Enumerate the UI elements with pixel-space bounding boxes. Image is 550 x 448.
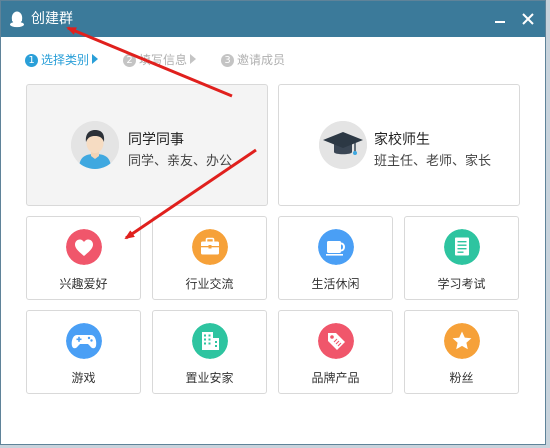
step-label: 选择类别 [41,53,90,67]
card-title: 同学同事 [128,132,184,148]
minimize-icon [495,21,505,23]
qq-penguin-icon [10,11,24,28]
building-icon [192,323,228,359]
category-industry[interactable]: 行业交流 [152,216,267,300]
category-label: 品牌产品 [311,371,360,385]
title-bar[interactable]: 创建群 [1,1,545,37]
create-group-window: 创建群 1 选择类别 2 填写信息 3 邀请成员 同学同事 同学、亲友、办公 家… [0,0,546,445]
step-invite-members: 3 邀请成员 [221,51,285,69]
minimize-button[interactable] [489,9,511,29]
category-leisure[interactable]: 生活休闲 [278,216,393,300]
category-label: 游戏 [71,371,96,385]
category-label: 置业安家 [185,371,234,385]
document-icon [444,229,480,265]
card-title: 家校师生 [374,132,430,148]
category-real-estate[interactable]: 置业安家 [152,310,267,394]
category-home-school[interactable]: 家校师生 班主任、老师、家长 [278,84,520,206]
step-arrow-icon [190,54,197,64]
heart-icon [66,229,102,265]
coffee-cup-icon [318,229,354,265]
step-label: 邀请成员 [237,53,286,67]
step-arrow-icon [92,54,99,64]
category-classmates-colleagues[interactable]: 同学同事 同学、亲友、办公 [26,84,268,206]
step-label: 填写信息 [139,53,188,67]
category-label: 学习考试 [437,277,486,291]
person-avatar-icon [71,121,119,169]
category-label: 行业交流 [185,277,234,291]
star-icon [444,323,480,359]
window-title: 创建群 [31,11,73,27]
briefcase-icon [192,229,228,265]
close-button[interactable] [517,9,539,29]
step-select-category: 1 选择类别 [25,51,99,69]
category-label: 生活休闲 [311,277,360,291]
step-number: 1 [25,54,38,67]
category-fans[interactable]: 粉丝 [404,310,519,394]
close-icon [522,13,534,25]
category-label: 兴趣爱好 [59,277,108,291]
category-brands[interactable]: 品牌产品 [278,310,393,394]
category-games[interactable]: 游戏 [26,310,141,394]
step-fill-info: 2 填写信息 [123,51,197,69]
step-number: 2 [123,54,136,67]
category-hobbies[interactable]: 兴趣爱好 [26,216,141,300]
gamepad-icon [66,323,102,359]
card-subtitle: 同学、亲友、办公 [128,154,233,169]
graduation-cap-icon [319,121,367,169]
tag-icon [318,323,354,359]
step-number: 3 [221,54,234,67]
card-subtitle: 班主任、老师、家长 [374,154,492,169]
category-label: 粉丝 [449,371,474,385]
category-study[interactable]: 学习考试 [404,216,519,300]
